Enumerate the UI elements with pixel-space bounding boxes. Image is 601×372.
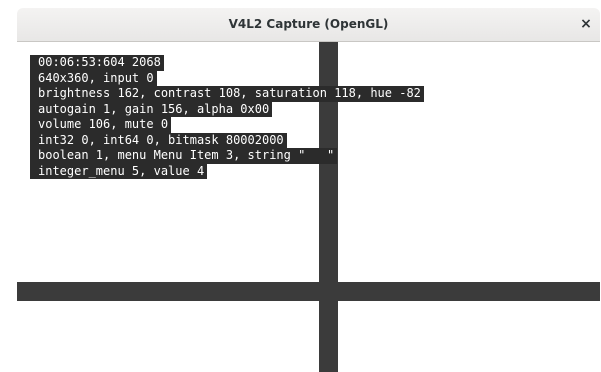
osd-line-timestamp: 00:06:53:604 2068	[30, 55, 164, 71]
osd-overlay: 00:06:53:604 2068 640x360, input 0 brigh…	[30, 55, 424, 179]
osd-line-image-controls: brightness 162, contrast 108, saturation…	[30, 86, 424, 102]
test-pattern-horizontal-bar	[17, 282, 600, 301]
osd-line-audio: volume 106, mute 0	[30, 117, 172, 133]
close-icon: ×	[580, 16, 592, 32]
close-button[interactable]: ×	[576, 14, 596, 34]
video-canvas: 00:06:53:604 2068 640x360, input 0 brigh…	[17, 42, 600, 372]
title-bar[interactable]: V4L2 Capture (OpenGL) ×	[17, 8, 600, 42]
window-title: V4L2 Capture (OpenGL)	[228, 17, 389, 31]
capture-window: V4L2 Capture (OpenGL) × 00:06:53:604 206…	[17, 8, 600, 372]
osd-line-format: 640x360, input 0	[30, 70, 157, 86]
osd-line-integer-menu: integer_menu 5, value 4	[30, 163, 208, 179]
osd-line-gain: autogain 1, gain 156, alpha 0x00	[30, 101, 273, 117]
osd-line-integers: int32 0, int64 0, bitmask 80002000	[30, 132, 287, 148]
osd-line-menu: boolean 1, menu Menu Item 3, string " "	[30, 148, 338, 164]
